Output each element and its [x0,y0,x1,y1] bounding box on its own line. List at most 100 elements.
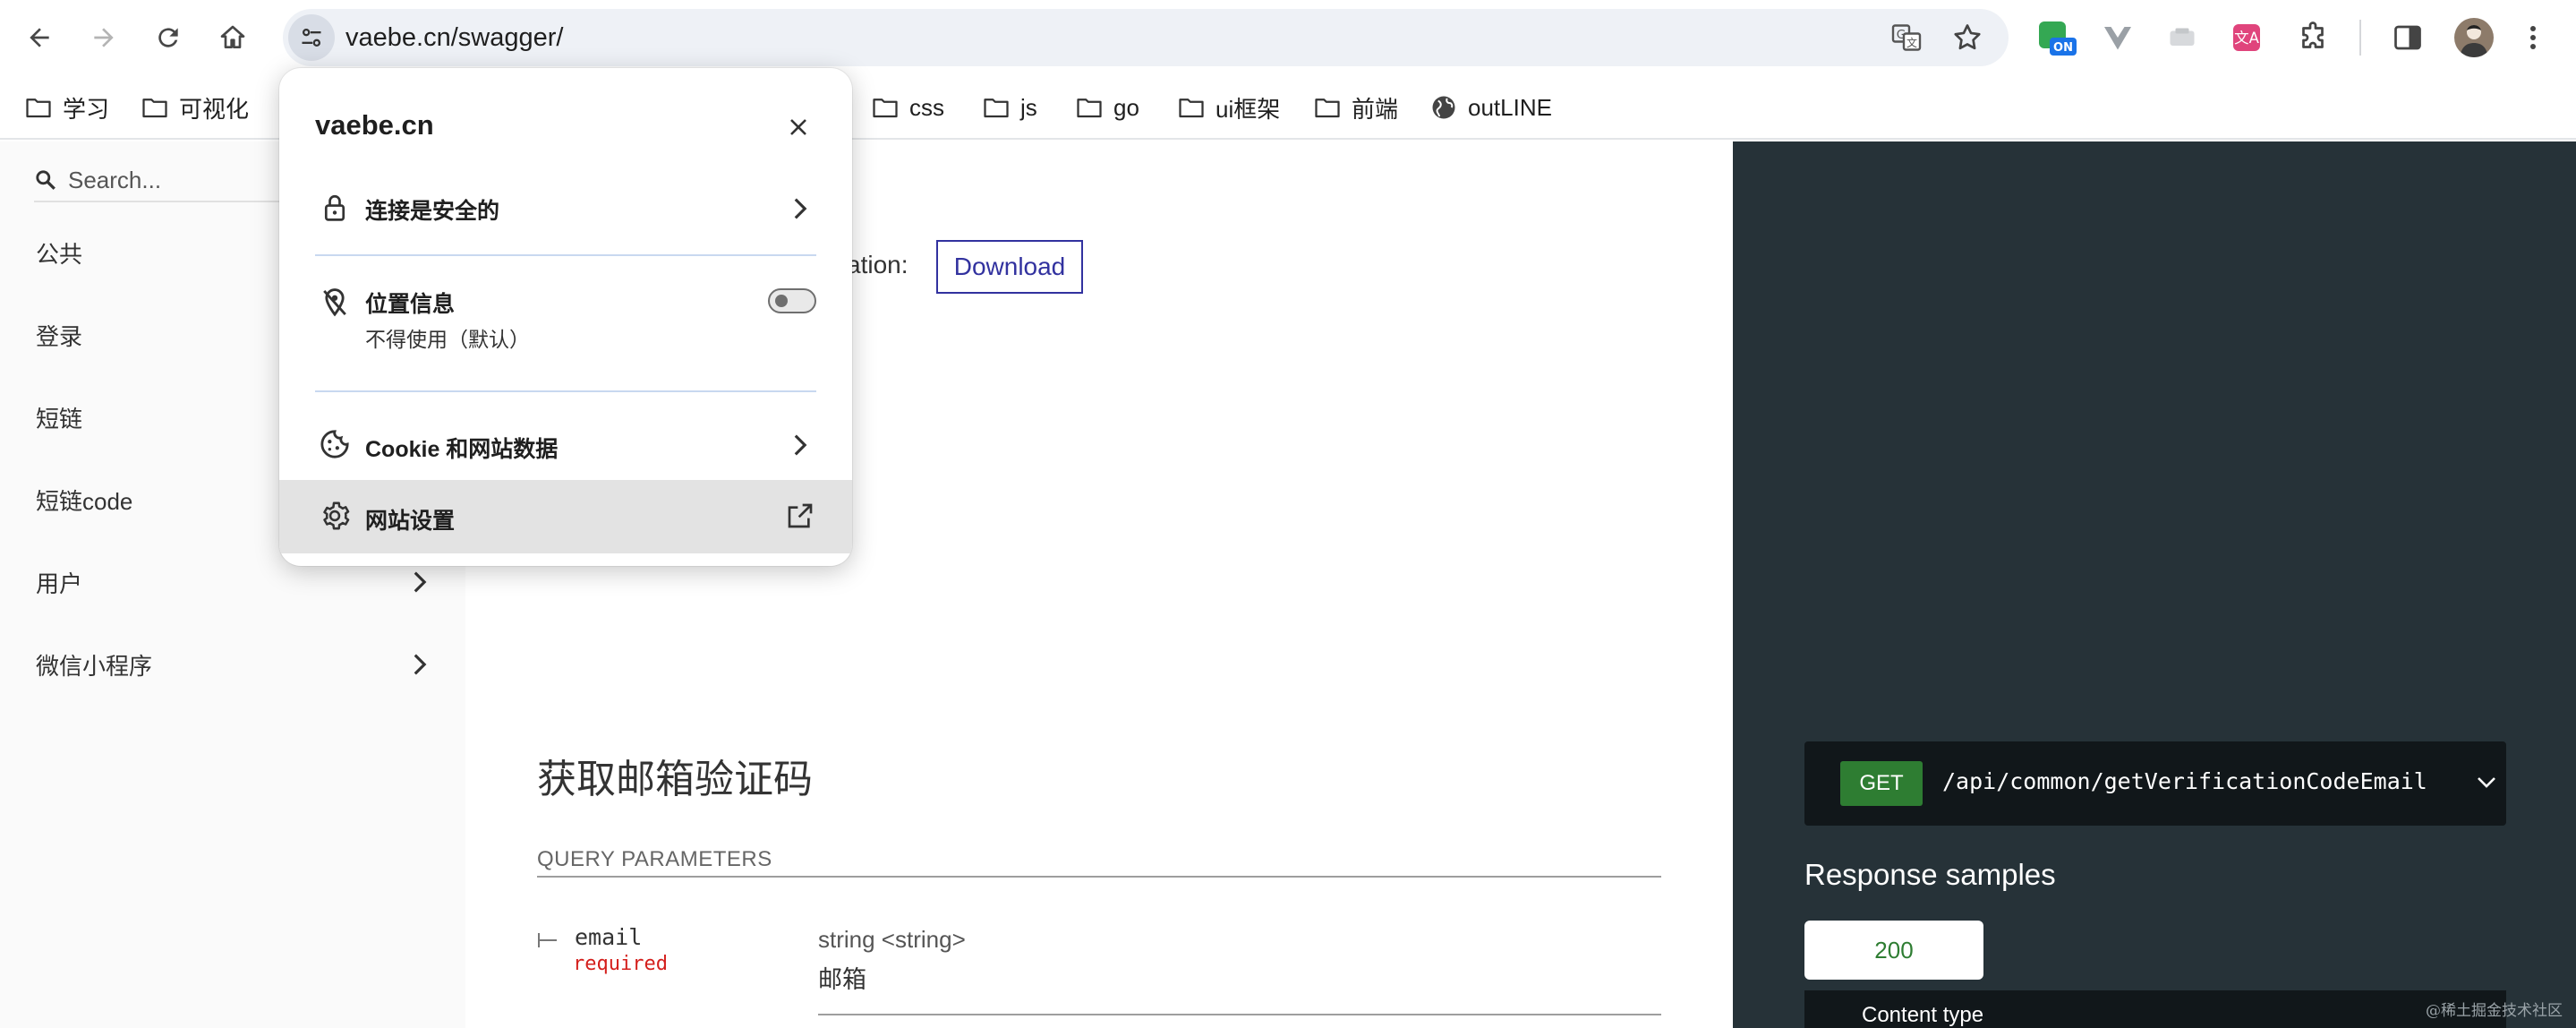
query-params-heading: QUERY PARAMETERS [537,847,772,871]
extension-on-icon[interactable]: ON [2037,20,2077,59]
globe-icon [1432,96,1455,119]
bookmark-label: 可视化 [179,95,250,123]
bookmark-folder[interactable]: css [872,86,944,129]
sidebar-item-label: 微信小程序 [36,652,153,680]
sidebar-item-label: 公共 [36,240,83,268]
location-status-text: 不得使用（默认） [365,328,530,351]
popup-site-name: vaebe.cn [315,109,434,141]
translate-icon[interactable]: G文 [1890,21,1923,54]
toolbar-divider [2359,20,2361,56]
location-label: 位置信息 [365,292,456,317]
side-panel-icon[interactable] [2392,21,2424,54]
site-settings-label: 网站设置 [365,509,456,534]
vue-devtools-icon[interactable] [2102,21,2134,54]
close-icon [790,119,806,135]
forward-arrow-icon [94,28,114,47]
cookies-label: Cookie 和网站数据 [365,437,559,462]
svg-text:文A: 文A [2234,30,2260,47]
gear-icon [317,498,353,534]
lock-icon [317,190,353,226]
http-method-badge: GET [1840,761,1923,806]
home-button[interactable] [208,13,258,63]
sidebar-item-wechat-miniprogram[interactable]: 微信小程序 [36,638,430,691]
bookmark-link[interactable]: outLINE [1430,86,1552,129]
reload-button[interactable] [143,13,193,63]
param-required-label: required [573,953,668,975]
download-button[interactable]: Download [936,240,1083,294]
site-settings-row[interactable]: 网站设置 [279,480,852,553]
cookies-row[interactable]: Cookie 和网站数据 [279,415,852,473]
chevron-right-icon [414,654,427,675]
bookmark-folder[interactable]: js [983,86,1037,129]
svg-text:文: 文 [1906,36,1917,49]
connection-secure-row[interactable]: 连接是安全的 [279,181,852,235]
browser-toolbar: vaebe.cn/swagger/ G文 ON 文A [0,0,2576,75]
bookmark-folder[interactable]: go [1076,86,1139,129]
content-type-label: Content type [1862,1003,1984,1027]
browser-menu-icon[interactable] [2526,20,2540,56]
bookmark-folder[interactable]: 前端 [1314,86,1398,129]
reload-icon [158,28,178,47]
popup-divider [315,390,816,392]
bookmark-label: outLINE [1468,93,1552,121]
location-permission-row: 位置信息 不得使用（默认） [279,283,852,355]
endpoint-bar[interactable]: GET /api/common/getVerificationCodeEmail [1804,741,2506,826]
extension-grey-icon[interactable] [2166,21,2198,54]
bookmark-folder[interactable]: 学习 [25,86,109,129]
bookmark-folder[interactable]: 可视化 [141,86,249,129]
sidebar-item-label: 登录 [36,322,83,350]
param-description: 邮箱 [818,966,866,993]
chevron-right-icon [794,198,807,219]
section-divider [537,876,1661,878]
site-info-popup: vaebe.cn 连接是安全的 位置信息 不得使用（默认） Cookie 和网站… [279,68,852,566]
sidebar-item-label: 短链 [36,405,83,433]
search-icon [36,170,55,190]
back-arrow-icon [30,28,49,47]
response-body-box: Content type [1804,990,2506,1028]
status-tab-200[interactable]: 200 [1804,921,1983,980]
bookmark-star-icon[interactable] [1951,21,1983,54]
bookmark-folder[interactable]: ui框架 [1178,86,1280,129]
address-bar[interactable]: vaebe.cn/swagger/ G文 [283,9,2009,66]
open-in-new-icon [788,503,813,528]
response-samples-title: Response samples [1804,858,2056,891]
tune-icon [302,28,321,47]
home-icon [220,25,245,48]
bookmark-label: js [1020,93,1037,121]
toggle-knob [775,295,788,307]
location-off-icon [317,285,353,321]
param-type: string <string> [818,926,966,953]
sidebar-item-label: 用户 [36,570,83,597]
sidebar-item-label: 短链code [36,487,133,515]
svg-text:ON: ON [2053,41,2073,55]
folder-icon [984,99,1009,118]
folder-icon [1077,99,1102,118]
param-tree-icon [537,929,559,951]
chevron-right-icon [414,571,427,593]
popup-close-button[interactable] [782,111,815,143]
back-button[interactable] [14,13,64,63]
chevron-down-icon [2478,777,2495,788]
param-divider [818,1014,1661,1015]
cookie-icon [317,426,353,462]
popup-divider [315,254,816,256]
bookmark-label: 学习 [63,95,110,123]
translate-extension-icon[interactable]: 文A [2231,21,2263,54]
chevron-right-icon [794,434,807,456]
connection-secure-label: 连接是安全的 [365,199,500,224]
site-info-button[interactable] [288,14,335,61]
folder-icon [873,99,898,118]
response-panel: GET /api/common/getVerificationCodeEmail… [1733,141,2576,1028]
extensions-puzzle-icon[interactable] [2297,21,2329,54]
watermark-text: @稀土掘金技术社区 [2426,1002,2563,1020]
location-toggle[interactable] [768,288,816,313]
param-name: email [575,924,643,950]
profile-avatar[interactable] [2454,18,2494,57]
forward-button[interactable] [79,13,129,63]
section-title: 获取邮箱验证码 [537,758,813,801]
folder-icon [142,99,167,118]
search-input[interactable]: Search... [68,167,161,194]
url-text[interactable]: vaebe.cn/swagger/ [345,9,563,66]
folder-icon [26,99,51,118]
folder-icon [1179,99,1204,118]
